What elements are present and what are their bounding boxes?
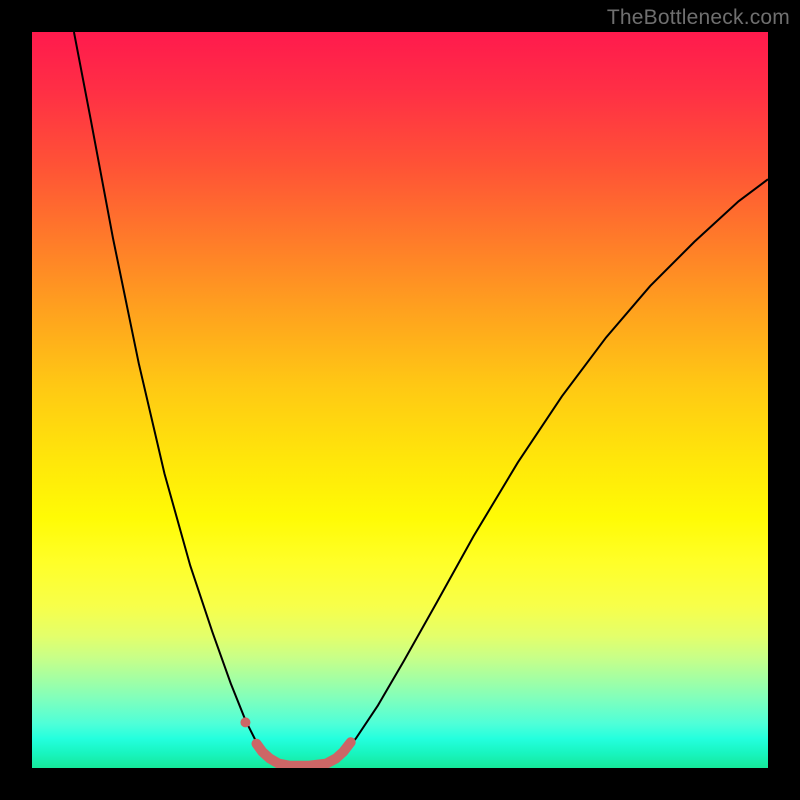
watermark-text: TheBottleneck.com bbox=[607, 6, 790, 30]
plot-area bbox=[32, 32, 768, 768]
bottleneck-curve bbox=[74, 32, 768, 767]
threshold-marker bbox=[256, 742, 350, 766]
chart-frame: TheBottleneck.com bbox=[0, 0, 800, 800]
threshold-dot bbox=[240, 717, 250, 727]
chart-svg bbox=[32, 32, 768, 768]
